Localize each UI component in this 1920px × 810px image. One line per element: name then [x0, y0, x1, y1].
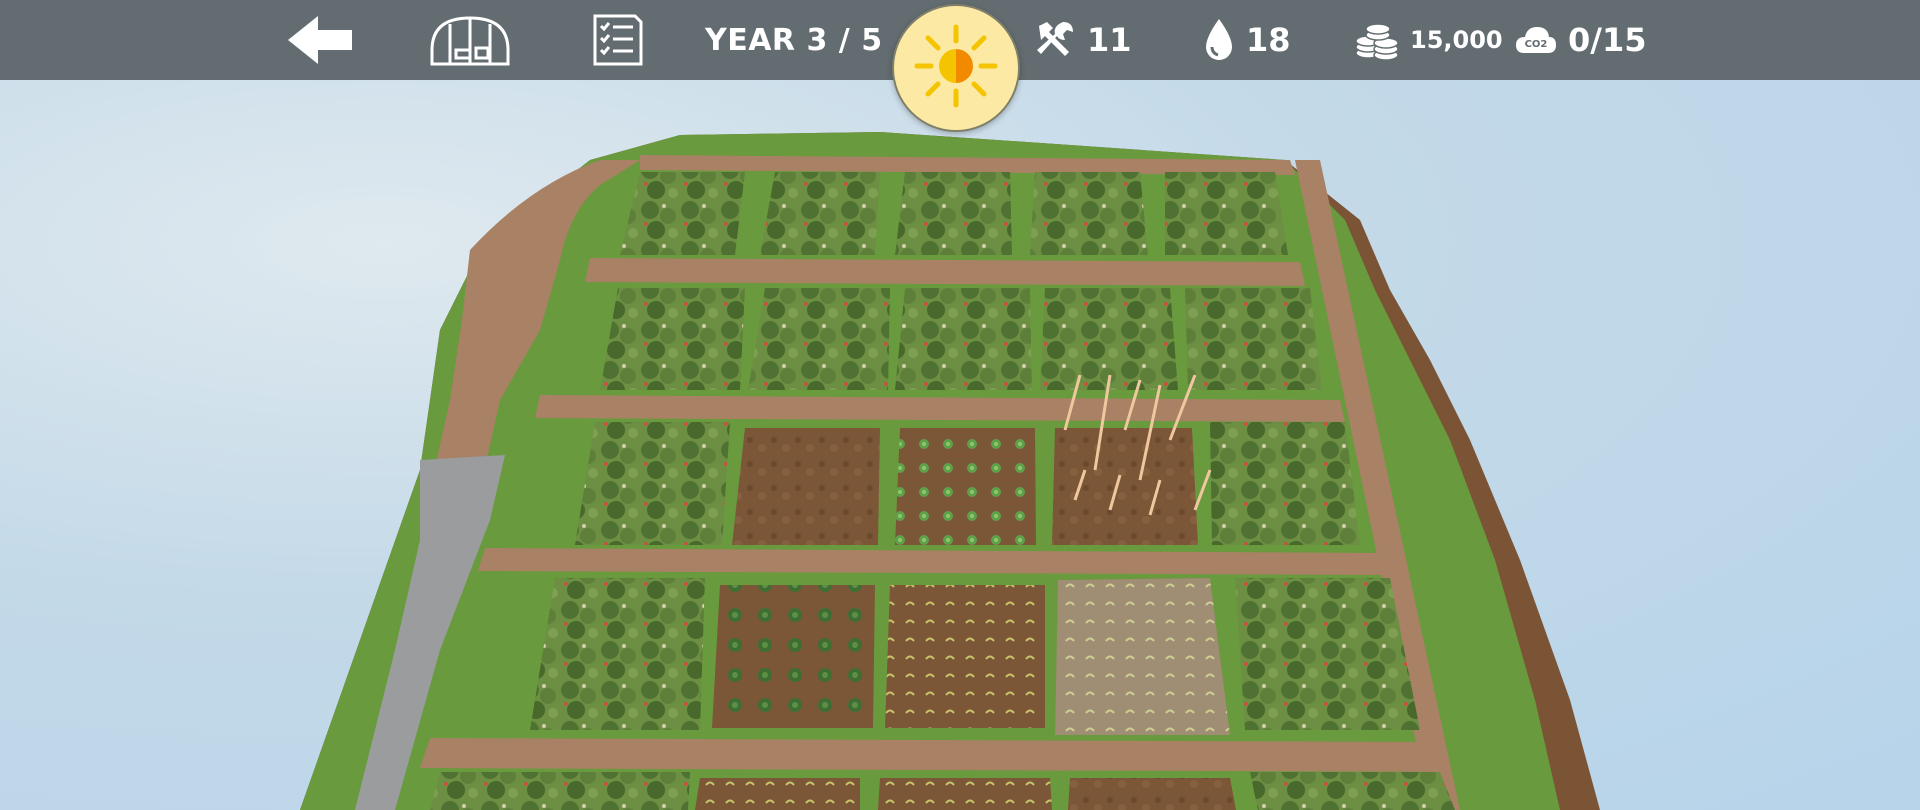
plot-row-4[interactable]: [530, 578, 1420, 735]
checklist-button[interactable]: [591, 0, 645, 80]
tools-counter: 11: [1033, 0, 1132, 80]
money-amount: 15,000: [1410, 26, 1503, 54]
greenhouse-button[interactable]: [428, 0, 512, 80]
co2-progress: 0/15: [1568, 21, 1647, 59]
water-drop-icon: [1202, 17, 1236, 63]
co2-cloud-icon: CO2: [1514, 23, 1558, 57]
sun-icon: [913, 23, 999, 114]
money-counter: 15,000: [1354, 0, 1503, 80]
greenhouse-icon: [428, 12, 512, 68]
year-text: YEAR 3 / 5: [705, 22, 883, 58]
year-indicator: YEAR 3 / 5: [705, 0, 883, 80]
tools-count: 11: [1087, 21, 1132, 59]
co2-counter: CO2 0/15: [1514, 0, 1646, 80]
plot-row-1[interactable]: [620, 172, 1288, 255]
coins-icon: [1354, 19, 1400, 61]
water-count: 18: [1246, 21, 1291, 59]
checklist-icon: [591, 12, 645, 68]
back-arrow-icon: [284, 12, 356, 68]
co2-icon-label: CO2: [1525, 39, 1548, 50]
back-button[interactable]: [284, 0, 356, 80]
tools-icon: [1033, 18, 1077, 62]
water-counter: 18: [1202, 0, 1291, 80]
plot-row-2[interactable]: [600, 288, 1322, 390]
sun-button[interactable]: [892, 4, 1020, 132]
